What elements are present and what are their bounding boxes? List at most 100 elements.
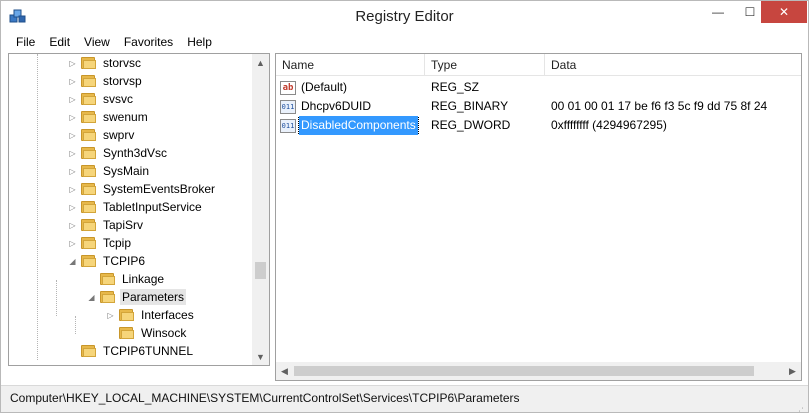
menu-view[interactable]: View bbox=[77, 32, 117, 52]
tree-item[interactable]: ▷ swprv bbox=[68, 126, 136, 144]
value-data: 00 01 00 01 17 be f6 f3 5c f9 dd 75 8f 2… bbox=[551, 99, 768, 113]
value-name-cell: ab (Default) bbox=[280, 78, 425, 97]
title-bar[interactable]: Registry Editor — ☐ ✕ bbox=[1, 1, 808, 31]
binary-value-icon: 011 bbox=[280, 99, 296, 114]
tree-item[interactable]: ◢ TCPIP6 bbox=[68, 252, 147, 270]
expand-arrow-icon[interactable]: ▷ bbox=[68, 167, 77, 176]
expand-arrow-icon[interactable]: ▷ bbox=[68, 221, 77, 230]
expand-arrow-icon[interactable]: ▷ bbox=[68, 149, 77, 158]
tree-item[interactable]: ▷ swenum bbox=[68, 108, 150, 126]
close-button[interactable]: ✕ bbox=[761, 1, 807, 23]
expand-arrow-icon[interactable]: ▷ bbox=[68, 239, 77, 248]
expand-arrow-icon[interactable]: ▷ bbox=[68, 185, 77, 194]
menu-help[interactable]: Help bbox=[180, 32, 219, 52]
collapse-arrow-icon[interactable]: ◢ bbox=[87, 293, 96, 302]
tree-item[interactable]: ▷ TapiSrv bbox=[68, 216, 145, 234]
tree-item[interactable]: ▷ svsvc bbox=[68, 90, 135, 108]
folder-icon bbox=[81, 164, 97, 178]
expand-arrow-icon[interactable]: ▷ bbox=[106, 311, 115, 320]
column-header-type[interactable]: Type bbox=[425, 54, 545, 76]
tree-item[interactable]: ▷ Interfaces bbox=[106, 306, 196, 324]
folder-icon bbox=[81, 218, 97, 232]
value-type: REG_SZ bbox=[431, 80, 480, 94]
tree-item[interactable]: ▷ SystemEventsBroker bbox=[68, 180, 217, 198]
expand-arrow-icon[interactable]: ▷ bbox=[68, 59, 77, 68]
folder-icon bbox=[81, 182, 97, 196]
folder-icon bbox=[81, 74, 97, 88]
value-name: (Default) bbox=[301, 80, 348, 94]
folder-icon bbox=[81, 128, 97, 142]
values-list-pane[interactable]: Name Type Data ab (Default) REG_SZ 011 D… bbox=[275, 53, 802, 381]
tree-item[interactable]: ▷ SysMain bbox=[68, 162, 151, 180]
folder-icon bbox=[119, 308, 135, 322]
value-row[interactable]: ab (Default) REG_SZ bbox=[276, 78, 801, 97]
value-name-cell: 011 Dhcpv6DUID bbox=[280, 97, 425, 116]
tree-guide-line bbox=[75, 316, 76, 334]
menu-file[interactable]: File bbox=[9, 32, 42, 52]
tree-item[interactable]: Linkage bbox=[87, 270, 166, 288]
scroll-left-icon[interactable]: ◀ bbox=[276, 362, 293, 380]
status-bar: Computer\HKEY_LOCAL_MACHINE\SYSTEM\Curre… bbox=[1, 385, 808, 413]
tree-item[interactable]: ▷ storvsp bbox=[68, 72, 144, 90]
registry-editor-window: Registry Editor — ☐ ✕ File Edit View Fav… bbox=[0, 0, 809, 413]
expand-arrow-icon[interactable]: ▷ bbox=[68, 203, 77, 212]
folder-open-icon bbox=[81, 254, 97, 268]
tree-item-label: SystemEventsBroker bbox=[103, 182, 216, 196]
tree-guide-line bbox=[37, 54, 38, 360]
tree-item-label: Tcpip bbox=[103, 236, 132, 250]
value-data bbox=[551, 78, 801, 97]
tree-guide-line bbox=[56, 280, 57, 316]
tree-item-label: swprv bbox=[103, 128, 135, 142]
tree-item-label: swenum bbox=[103, 110, 148, 124]
scroll-down-icon[interactable]: ▼ bbox=[252, 348, 269, 365]
list-header: Name Type Data bbox=[276, 54, 801, 76]
expand-arrow-icon[interactable]: ▷ bbox=[68, 95, 77, 104]
tree-item[interactable]: TCPIP6TUNNEL bbox=[68, 342, 195, 360]
menu-bar: File Edit View Favorites Help bbox=[1, 32, 808, 52]
tree-item-label: Parameters bbox=[120, 289, 187, 305]
menu-edit[interactable]: Edit bbox=[42, 32, 77, 52]
value-row-selected[interactable]: 011 DisabledComponents REG_DWORD 0xfffff… bbox=[276, 116, 801, 135]
key-tree-pane[interactable]: ▷ storvsc ▷ storvsp ▷ svsvc ▷ swenum ▷ s… bbox=[8, 53, 270, 366]
value-name: Dhcpv6DUID bbox=[301, 99, 372, 113]
scroll-up-icon[interactable]: ▲ bbox=[252, 54, 269, 71]
tree-item[interactable]: ▷ storvsc bbox=[68, 54, 143, 72]
collapse-arrow-icon[interactable]: ◢ bbox=[68, 257, 77, 266]
folder-icon bbox=[81, 344, 97, 358]
expand-arrow-icon[interactable]: ▷ bbox=[68, 77, 77, 86]
tree-item-selected[interactable]: ◢ Parameters bbox=[87, 288, 187, 306]
folder-icon bbox=[81, 200, 97, 214]
scrollbar-thumb[interactable] bbox=[294, 366, 754, 376]
value-type: REG_BINARY bbox=[431, 99, 509, 113]
minimize-button[interactable]: — bbox=[701, 1, 735, 23]
expand-arrow-icon[interactable]: ▷ bbox=[68, 113, 77, 122]
folder-icon bbox=[81, 146, 97, 160]
scrollbar-thumb[interactable] bbox=[255, 262, 266, 279]
tree-item-label: Linkage bbox=[122, 272, 165, 286]
tree-item-label: storvsc bbox=[103, 56, 142, 70]
tree-item[interactable]: ▷ Synth3dVsc bbox=[68, 144, 169, 162]
column-header-name[interactable]: Name bbox=[276, 54, 425, 76]
column-header-data[interactable]: Data bbox=[545, 54, 801, 76]
tree-item[interactable]: ▷ TabletInputService bbox=[68, 198, 204, 216]
tree-item-label: TCPIP6TUNNEL bbox=[103, 344, 194, 358]
tree-item[interactable]: Winsock bbox=[106, 324, 188, 342]
tree-item-label: Winsock bbox=[141, 326, 187, 340]
folder-open-icon bbox=[100, 290, 116, 304]
tree-item-label: Interfaces bbox=[141, 308, 194, 322]
tree-item-label: TabletInputService bbox=[103, 200, 202, 214]
tree-vertical-scrollbar[interactable]: ▲ ▼ bbox=[252, 54, 269, 365]
tree-item[interactable]: ▷ Tcpip bbox=[68, 234, 133, 252]
scroll-right-icon[interactable]: ▶ bbox=[784, 362, 801, 380]
value-name: DisabledComponents bbox=[298, 116, 419, 135]
value-row[interactable]: 011 Dhcpv6DUID REG_BINARY 00 01 00 01 17… bbox=[276, 97, 801, 116]
list-horizontal-scrollbar[interactable]: ◀ ▶ bbox=[276, 362, 801, 380]
status-path: Computer\HKEY_LOCAL_MACHINE\SYSTEM\Curre… bbox=[10, 391, 520, 405]
expand-arrow-icon[interactable]: ▷ bbox=[68, 131, 77, 140]
tree-item-label: TCPIP6 bbox=[103, 254, 146, 268]
menu-favorites[interactable]: Favorites bbox=[117, 32, 180, 52]
value-data: 0xffffffff (4294967295) bbox=[551, 118, 667, 132]
resize-grip-icon[interactable]: ⋰ bbox=[795, 399, 805, 413]
